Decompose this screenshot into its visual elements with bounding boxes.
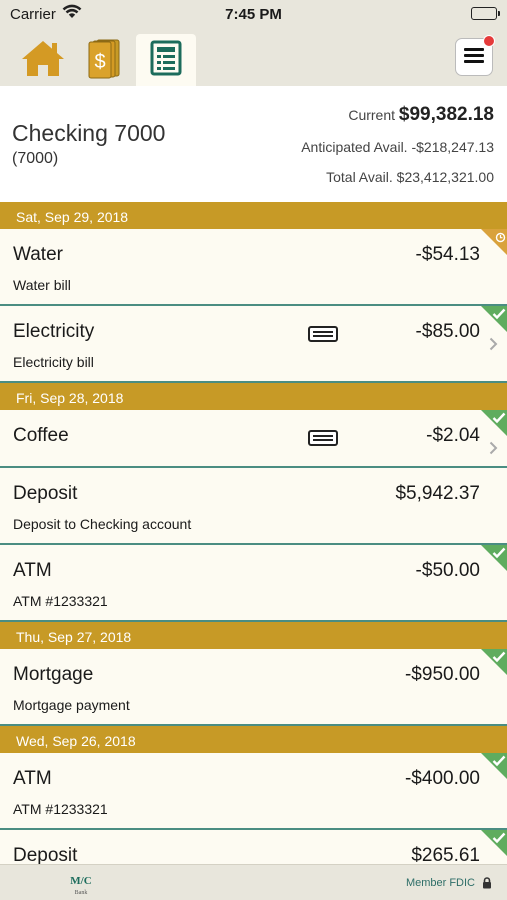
transaction-title: Water bbox=[13, 244, 63, 265]
check-icon bbox=[492, 307, 506, 325]
transaction-amount: $265.61 bbox=[411, 845, 480, 864]
total-balance-label: Total Avail. bbox=[326, 169, 393, 185]
status-bar: Carrier 7:45 PM bbox=[0, 0, 507, 30]
transaction-amount: -$50.00 bbox=[415, 560, 480, 581]
transaction-row[interactable]: Deposit $265.61 bbox=[0, 830, 507, 864]
clock-icon bbox=[495, 230, 506, 248]
transaction-title: Coffee bbox=[13, 425, 69, 446]
check-icon bbox=[492, 650, 506, 668]
transaction-list[interactable]: Sat, Sep 29, 2018 Water -$54.13 Water bill E… bbox=[0, 202, 507, 864]
check-icon bbox=[492, 754, 506, 772]
member-fdic: Member FDIC bbox=[405, 877, 475, 889]
current-balance-label: Current bbox=[348, 107, 396, 123]
chevron-right-icon[interactable] bbox=[489, 337, 498, 356]
transaction-amount: -$54.13 bbox=[415, 244, 480, 265]
anticipated-balance-label: Anticipated Avail. bbox=[301, 139, 408, 155]
transaction-amount: -$2.04 bbox=[426, 425, 480, 446]
footer: M/C Bank Member FDIC bbox=[0, 864, 507, 900]
date-header: Thu, Sep 27, 2018 bbox=[0, 622, 507, 649]
transaction-description: Mortgage payment bbox=[13, 697, 130, 713]
transaction-amount: $5,942.37 bbox=[395, 483, 480, 504]
tab-register[interactable] bbox=[136, 34, 196, 86]
date-header: Sat, Sep 29, 2018 bbox=[0, 202, 507, 229]
chevron-right-icon[interactable] bbox=[489, 441, 498, 460]
transaction-row[interactable]: Coffee -$2.04 bbox=[0, 410, 507, 468]
transaction-title: ATM bbox=[13, 560, 52, 581]
check-icon bbox=[492, 831, 506, 849]
date-header: Fri, Sep 28, 2018 bbox=[0, 383, 507, 410]
current-balance: Current $99,382.18 bbox=[348, 104, 494, 126]
svg-text:Bank: Bank bbox=[75, 890, 88, 896]
lock-icon bbox=[482, 876, 492, 894]
register-icon bbox=[149, 39, 183, 82]
clock: 7:45 PM bbox=[225, 6, 282, 23]
notification-badge bbox=[483, 35, 495, 47]
svg-text:M/C: M/C bbox=[70, 875, 91, 887]
tab-home[interactable] bbox=[13, 34, 73, 86]
transaction-title: Electricity bbox=[13, 321, 95, 342]
money-icon: $ bbox=[83, 37, 125, 84]
current-balance-value: $99,382.18 bbox=[398, 104, 494, 125]
svg-text:$: $ bbox=[94, 51, 105, 73]
check-icon bbox=[492, 411, 506, 429]
transaction-row[interactable]: Electricity -$85.00 Electricity bill bbox=[0, 306, 507, 383]
transaction-row[interactable]: Deposit $5,942.37 Deposit to Checking acco… bbox=[0, 468, 507, 545]
battery-icon bbox=[471, 7, 500, 20]
total-balance: Total Avail. $23,412,321.00 bbox=[326, 169, 494, 185]
date-header: Wed, Sep 26, 2018 bbox=[0, 726, 507, 753]
transaction-amount: -$85.00 bbox=[415, 321, 480, 342]
transaction-description: ATM #1233321 bbox=[13, 801, 108, 817]
transaction-description: Deposit to Checking account bbox=[13, 516, 192, 532]
anticipated-balance-value: -$218,247.13 bbox=[411, 139, 494, 155]
transaction-title: Deposit bbox=[13, 845, 78, 864]
transaction-amount: -$950.00 bbox=[404, 664, 480, 685]
transaction-row[interactable]: Water -$54.13 Water bill bbox=[0, 229, 507, 306]
transaction-row[interactable]: ATM -$400.00 ATM #1233321 bbox=[0, 753, 507, 830]
card-icon bbox=[308, 430, 338, 451]
transaction-title: ATM bbox=[13, 768, 52, 789]
transaction-title: Mortgage bbox=[13, 664, 94, 685]
check-icon bbox=[492, 546, 506, 564]
transaction-amount: -$400.00 bbox=[404, 768, 480, 789]
menu-icon bbox=[464, 47, 484, 68]
transaction-row[interactable]: ATM -$50.00 ATM #1233321 bbox=[0, 545, 507, 622]
transaction-description: Electricity bill bbox=[13, 354, 94, 370]
total-balance-value: $23,412,321.00 bbox=[396, 169, 494, 185]
account-number: (7000) bbox=[12, 150, 59, 167]
card-icon bbox=[308, 326, 338, 347]
transaction-description: ATM #1233321 bbox=[13, 593, 108, 609]
transaction-title: Deposit bbox=[13, 483, 78, 504]
home-icon bbox=[20, 38, 66, 83]
bank-logo: M/C Bank bbox=[68, 871, 94, 897]
transaction-row[interactable]: Mortgage -$950.00 Mortgage payment bbox=[0, 649, 507, 726]
tab-money[interactable]: $ bbox=[74, 34, 134, 86]
menu-button[interactable] bbox=[455, 35, 495, 76]
top-nav: $ bbox=[0, 30, 507, 86]
account-name: Checking 7000 bbox=[12, 120, 166, 146]
anticipated-balance: Anticipated Avail. -$218,247.13 bbox=[301, 139, 494, 155]
transaction-description: Water bill bbox=[13, 277, 71, 293]
